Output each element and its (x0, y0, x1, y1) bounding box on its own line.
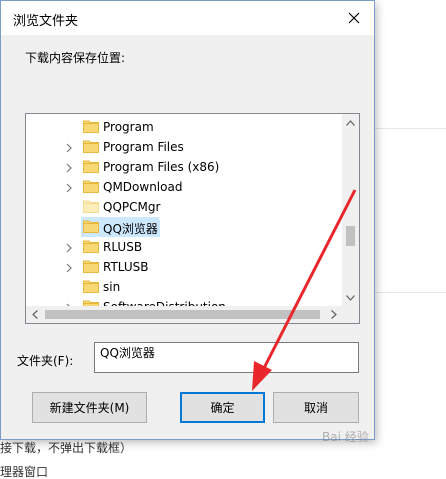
tree-item-label: sin (103, 280, 121, 294)
tree-item[interactable]: Program (26, 117, 342, 137)
expand-chevron-icon[interactable] (64, 262, 74, 273)
tree-item-label: Program (103, 120, 154, 134)
close-icon (348, 12, 360, 24)
tree-item[interactable]: QQPCMgr (26, 197, 342, 217)
expand-chevron-icon[interactable] (64, 142, 74, 153)
scrollbar-corner (342, 306, 359, 323)
folder-icon (83, 219, 99, 233)
scroll-down-arrow[interactable] (342, 289, 359, 306)
bg-option-text: 接下载，不弹出下载框） (0, 441, 133, 455)
scroll-up-arrow[interactable] (342, 114, 359, 131)
scroll-left-arrow[interactable] (26, 306, 43, 323)
tree-item[interactable]: SoftwareDistribution (26, 297, 342, 306)
folder-icon (83, 299, 99, 306)
horizontal-scroll-thumb[interactable] (45, 310, 320, 319)
tree-item-label: QQ浏览器 (101, 220, 160, 237)
folder-light-icon (83, 199, 99, 213)
tree-item-label: RLUSB (103, 240, 143, 254)
folder-field-label: 文件夹(F): (17, 354, 74, 368)
chevron-right-icon (330, 310, 337, 319)
dialog-prompt: 下载内容保存位置: (25, 51, 126, 65)
tree-item-label: Program Files (x86) (103, 160, 220, 174)
expand-chevron-icon[interactable] (64, 182, 74, 193)
tree-item-label: QQPCMgr (103, 200, 161, 214)
folder-icon (83, 259, 99, 273)
screen: 吉 载 未 接下载，不弹出下载框） 理器窗口 浏览文件夹 下载内容保存位置: P… (0, 0, 446, 479)
scroll-right-arrow[interactable] (325, 306, 342, 323)
chevron-down-icon (346, 294, 355, 301)
tree-item[interactable]: RLUSB (26, 237, 342, 257)
tree-item[interactable]: Program Files (x86) (26, 157, 342, 177)
new-folder-button[interactable]: 新建文件夹(M) (32, 392, 147, 423)
folder-icon (83, 179, 99, 193)
dialog-titlebar[interactable]: 浏览文件夹 (1, 1, 374, 35)
folder-icon (83, 119, 99, 133)
bg-option-text: 理器窗口 (0, 465, 49, 479)
folder-icon (83, 159, 99, 173)
close-button[interactable] (334, 1, 374, 35)
dialog-title: 浏览文件夹 (13, 14, 79, 29)
tree-item[interactable]: Program Files (26, 137, 342, 157)
folder-name-input[interactable] (94, 342, 359, 373)
horizontal-scrollbar[interactable] (26, 306, 359, 323)
chevron-left-icon (31, 310, 38, 319)
vertical-scroll-thumb[interactable] (346, 226, 355, 246)
folder-icon (83, 279, 99, 293)
folder-tree-rows: Program Program Files Program Files (x86) Q… (26, 114, 342, 306)
tree-item[interactable]: QQ浏览器 (26, 217, 342, 237)
folder-icon (83, 139, 99, 153)
chevron-up-icon (346, 119, 355, 126)
vertical-scrollbar[interactable] (342, 114, 359, 306)
ok-button[interactable]: 确定 (180, 392, 265, 423)
watermark-logo: Bai 经验 (322, 430, 369, 444)
bg-divider (375, 292, 446, 293)
tree-item-label: RTLUSB (103, 260, 149, 274)
tree-item[interactable]: QMDownload (26, 177, 342, 197)
bg-divider (375, 128, 446, 129)
tree-item-label: QMDownload (103, 180, 183, 194)
folder-tree[interactable]: Program Program Files Program Files (x86) Q… (25, 113, 360, 324)
tree-item[interactable]: RTLUSB (26, 257, 342, 277)
expand-chevron-icon[interactable] (64, 162, 74, 173)
cancel-button[interactable]: 取消 (273, 392, 359, 423)
tree-item-label: Program Files (103, 140, 184, 154)
expand-chevron-icon[interactable] (64, 242, 74, 253)
tree-item[interactable]: sin (26, 277, 342, 297)
browse-folder-dialog: 浏览文件夹 下载内容保存位置: Program Program Files Prog… (0, 0, 375, 440)
folder-icon (83, 239, 99, 253)
